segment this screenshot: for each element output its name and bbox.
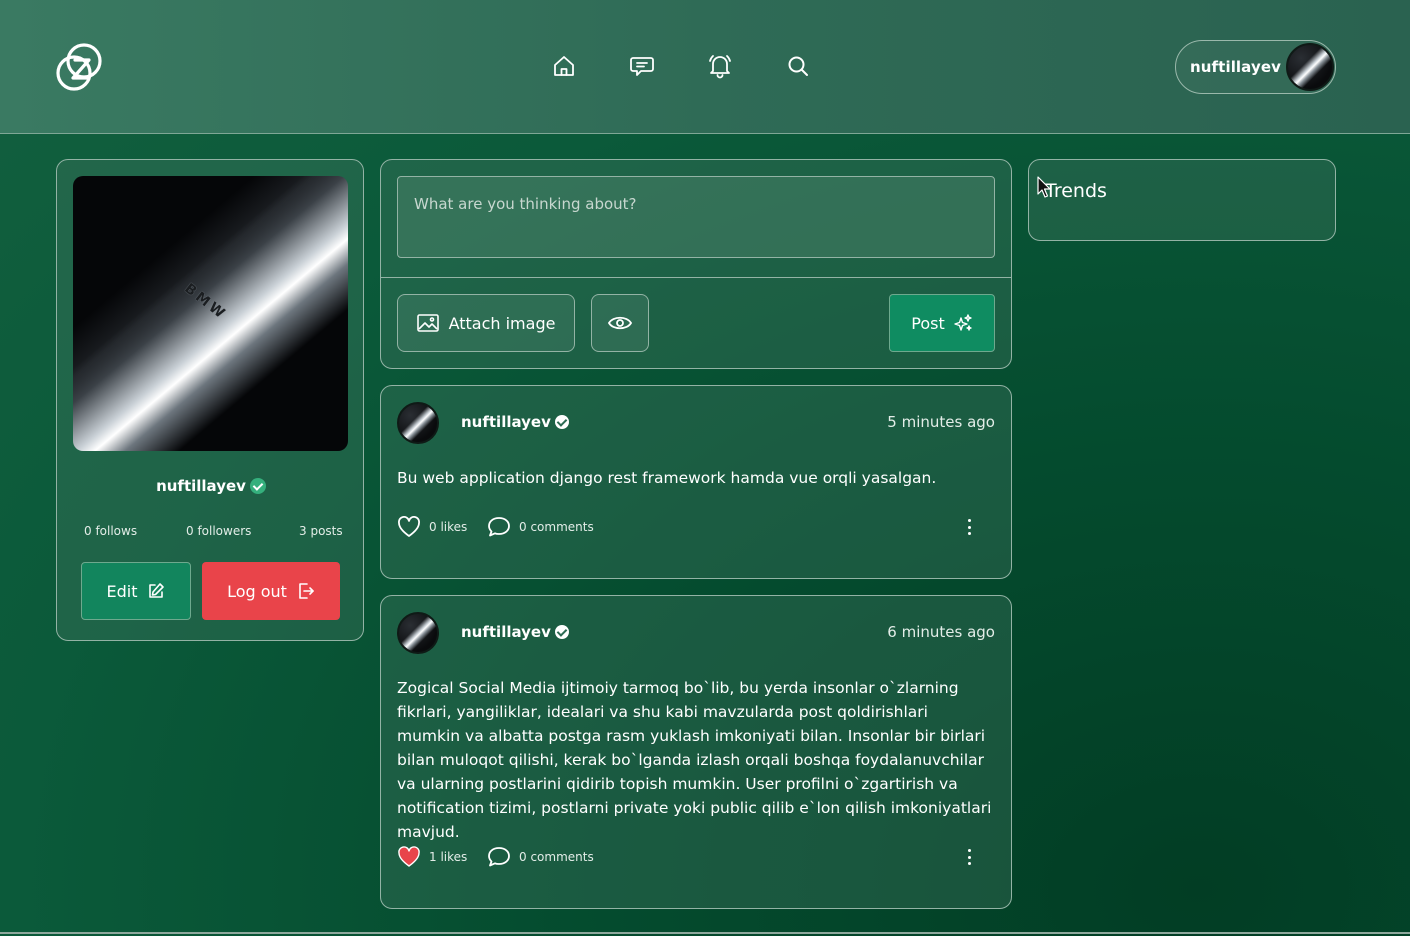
post-card: nuftillayev 6 minutes ago Zogical Social… <box>380 595 1012 909</box>
home-icon[interactable] <box>550 52 578 80</box>
more-options-icon[interactable] <box>963 516 975 538</box>
attach-label: Attach image <box>448 313 556 333</box>
top-navbar: nuftillayev <box>0 0 1410 134</box>
header-username: nuftillayev <box>1190 58 1281 76</box>
trends-title: Trends <box>1045 180 1107 202</box>
comment-icon <box>488 847 510 867</box>
avatar[interactable] <box>397 402 439 444</box>
follows-count[interactable]: 0 follows <box>84 524 137 538</box>
visibility-toggle-button[interactable] <box>591 294 649 352</box>
verified-badge-icon <box>249 478 266 494</box>
heart-outline-icon <box>398 516 420 537</box>
more-options-icon[interactable] <box>963 846 975 868</box>
post-author-name: nuftillayev <box>461 623 551 641</box>
post-author[interactable]: nuftillayev <box>461 623 569 641</box>
avatar[interactable] <box>397 612 439 654</box>
verified-badge-icon <box>554 625 569 639</box>
profile-cover-image: BMW <box>73 176 348 451</box>
logout-label: Log out <box>227 581 287 601</box>
likes-count: 1 likes <box>429 850 468 864</box>
main-nav <box>550 52 812 80</box>
post-card: nuftillayev 5 minutes ago Bu web applica… <box>380 385 1012 579</box>
comments-count: 0 comments <box>519 850 594 864</box>
post-input[interactable] <box>397 176 995 258</box>
trends-card: Trends <box>1028 159 1336 241</box>
zogical-logo-icon[interactable] <box>56 42 104 92</box>
search-icon[interactable] <box>784 52 812 80</box>
comments-count: 0 comments <box>519 520 594 534</box>
chat-icon[interactable] <box>628 52 656 80</box>
profile-username: nuftillayev <box>156 477 246 495</box>
likes-count: 0 likes <box>429 520 468 534</box>
post-author-name: nuftillayev <box>461 413 551 431</box>
post-body: Zogical Social Media ijtimoiy tarmoq bo`… <box>397 679 992 841</box>
compose-card: Attach image Post <box>380 159 1012 369</box>
sparkles-icon <box>954 314 972 331</box>
profile-name: nuftillayev <box>57 477 365 495</box>
like-button[interactable]: 1 likes <box>397 846 467 868</box>
logout-icon <box>299 583 314 599</box>
post-button[interactable]: Post <box>889 294 995 352</box>
post-timestamp: 5 minutes ago <box>887 413 995 431</box>
profile-card: BMW nuftillayev 0 follows 0 followers 3 … <box>56 159 364 641</box>
bell-icon[interactable] <box>706 52 734 80</box>
post-author[interactable]: nuftillayev <box>461 413 569 431</box>
mouse-cursor-icon <box>1037 176 1051 198</box>
image-icon <box>416 314 439 332</box>
divider <box>381 277 1011 278</box>
edit-icon <box>149 583 165 598</box>
heart-filled-icon <box>398 846 420 867</box>
user-menu-button[interactable]: nuftillayev <box>1175 40 1336 94</box>
logout-button[interactable]: Log out <box>202 562 340 620</box>
comment-button[interactable]: 0 comments <box>487 516 594 538</box>
divider <box>0 932 1410 934</box>
cover-logo-text: BMW <box>181 280 230 324</box>
post-timestamp: 6 minutes ago <box>887 623 995 641</box>
post-body: Bu web application django rest framework… <box>397 469 937 487</box>
posts-count[interactable]: 3 posts <box>299 524 343 538</box>
edit-label: Edit <box>106 581 138 601</box>
post-label: Post <box>911 313 945 333</box>
verified-badge-icon <box>554 415 569 429</box>
avatar <box>1286 43 1334 91</box>
like-button[interactable]: 0 likes <box>397 516 467 538</box>
comment-button[interactable]: 0 comments <box>487 846 594 868</box>
edit-profile-button[interactable]: Edit <box>81 562 191 620</box>
followers-count[interactable]: 0 followers <box>186 524 251 538</box>
comment-icon <box>488 517 510 537</box>
attach-image-button[interactable]: Attach image <box>397 294 575 352</box>
eye-icon <box>608 316 632 330</box>
